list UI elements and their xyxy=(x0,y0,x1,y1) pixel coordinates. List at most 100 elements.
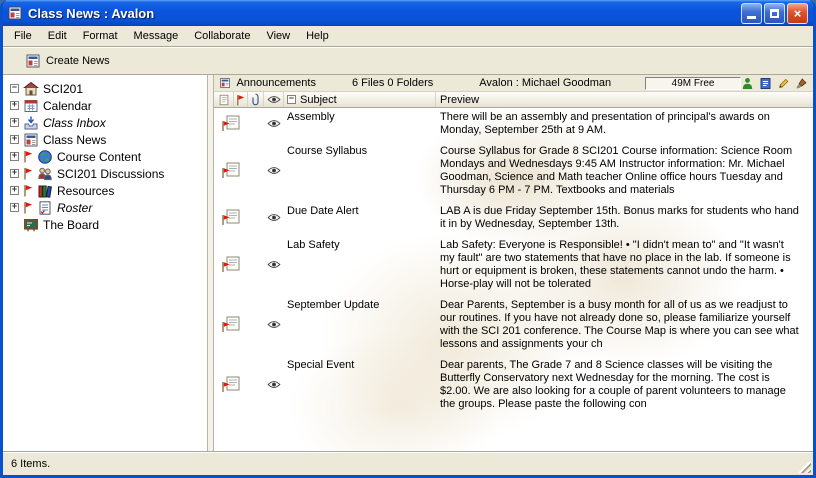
announcements-panel: Announcements 6 Files 0 Folders Avalon :… xyxy=(214,75,813,451)
brush-icon[interactable] xyxy=(795,77,808,90)
attachment-cell xyxy=(248,238,264,291)
main-content: − SCI201 + Calendar + Class Inbox xyxy=(3,75,813,451)
minimize-button[interactable] xyxy=(741,3,762,24)
message-subject[interactable]: Lab Safety xyxy=(284,238,436,291)
unread-flag-icon xyxy=(23,167,33,180)
close-button[interactable]: × xyxy=(787,3,808,24)
user-icon[interactable] xyxy=(741,77,754,90)
message-row-lab-safety[interactable]: Lab Safety Lab Safety: Everyone is Respo… xyxy=(214,236,813,296)
list-info-bar: Announcements 6 Files 0 Folders Avalon :… xyxy=(214,75,813,92)
app-news-icon xyxy=(7,5,24,22)
message-subject[interactable]: Course Syllabus xyxy=(284,144,436,197)
tree-item-resources[interactable]: + Resources xyxy=(3,182,207,199)
menu-file[interactable]: File xyxy=(6,28,40,44)
column-subject[interactable]: − Subject xyxy=(284,92,436,107)
expand-icon[interactable]: + xyxy=(10,152,19,161)
tree-label: The Board xyxy=(43,218,99,232)
message-list: Assembly There will be an assembly and p… xyxy=(214,108,813,451)
attachment-cell xyxy=(248,110,264,137)
panel-splitter[interactable] xyxy=(207,75,214,451)
tree-item-sci201[interactable]: − SCI201 xyxy=(3,80,207,97)
message-subject[interactable]: Due Date Alert xyxy=(284,204,436,231)
message-preview: Dear parents, The Grade 7 and 8 Science … xyxy=(436,358,813,411)
attachment-cell xyxy=(248,358,264,411)
message-subject[interactable]: Assembly xyxy=(284,110,436,137)
eye-icon xyxy=(267,95,281,104)
paperclip-icon xyxy=(251,93,260,106)
tree-item-class-inbox[interactable]: + Class Inbox xyxy=(3,114,207,131)
resize-grip[interactable] xyxy=(798,460,811,473)
message-row-september-update[interactable]: September Update Dear Parents, September… xyxy=(214,296,813,356)
message-flag-icon xyxy=(214,144,248,197)
news-icon xyxy=(23,132,39,148)
app-window: Class News : Avalon × File Edit Format M… xyxy=(0,0,816,478)
tree-item-class-news[interactable]: + Class News xyxy=(3,131,207,148)
create-news-label: Create News xyxy=(46,55,110,67)
viewed-eye-icon xyxy=(264,144,284,197)
subject-header-label: Subject xyxy=(300,94,337,106)
tree-item-discussions[interactable]: + SCI201 Discussions xyxy=(3,165,207,182)
roster-list-icon xyxy=(37,200,53,216)
message-row-special-event[interactable]: Special Event Dear parents, The Grade 7 … xyxy=(214,356,813,416)
menu-help[interactable]: Help xyxy=(298,28,337,44)
conference-icon xyxy=(23,81,39,97)
expand-icon[interactable]: + xyxy=(10,101,19,110)
column-flag[interactable] xyxy=(234,92,248,107)
message-subject[interactable]: Special Event xyxy=(284,358,436,411)
tree-item-calendar[interactable]: + Calendar xyxy=(3,97,207,114)
window-title: Class News : Avalon xyxy=(28,6,741,21)
titlebar[interactable]: Class News : Avalon × xyxy=(3,0,813,26)
tree-item-course-content[interactable]: + Course Content xyxy=(3,148,207,165)
menu-edit[interactable]: Edit xyxy=(40,28,75,44)
preview-header-label: Preview xyxy=(440,94,479,106)
message-row-due-date-alert[interactable]: Due Date Alert LAB A is due Friday Septe… xyxy=(214,202,813,236)
collapse-all-icon[interactable]: − xyxy=(287,95,296,104)
message-subject[interactable]: September Update xyxy=(284,298,436,351)
viewed-eye-icon xyxy=(264,238,284,291)
viewed-eye-icon xyxy=(264,204,284,231)
maximize-button[interactable] xyxy=(764,3,785,24)
item-counts: 6 Files 0 Folders xyxy=(352,77,433,89)
unread-flag-icon xyxy=(23,201,33,214)
expand-icon[interactable]: + xyxy=(10,169,19,178)
message-preview: Dear Parents, September is a busy month … xyxy=(436,298,813,351)
column-headers: − Subject Preview xyxy=(214,92,813,108)
maximize-icon xyxy=(770,9,779,18)
books-icon xyxy=(37,183,53,199)
message-flag-icon xyxy=(214,358,248,411)
board-icon xyxy=(23,217,39,233)
expand-icon[interactable]: + xyxy=(10,203,19,212)
tree-label: Course Content xyxy=(57,150,141,164)
tree-label: SCI201 Discussions xyxy=(57,167,164,181)
pencil-icon[interactable] xyxy=(777,77,790,90)
menu-message[interactable]: Message xyxy=(126,28,187,44)
message-row-course-syllabus[interactable]: Course Syllabus Course Syllabus for Grad… xyxy=(214,142,813,202)
expand-icon[interactable]: + xyxy=(10,186,19,195)
collapse-icon[interactable]: − xyxy=(10,84,19,93)
tree-label: Calendar xyxy=(43,99,92,113)
message-row-assembly[interactable]: Assembly There will be an assembly and p… xyxy=(214,108,813,142)
column-viewed[interactable] xyxy=(264,92,284,107)
tree-label: Resources xyxy=(57,184,114,198)
message-preview: LAB A is due Friday September 15th. Bonu… xyxy=(436,204,813,231)
tree-item-the-board[interactable]: The Board xyxy=(3,216,207,233)
tree-item-roster[interactable]: + Roster xyxy=(3,199,207,216)
message-preview: There will be an assembly and presentati… xyxy=(436,110,813,137)
status-bar: 6 Items. xyxy=(3,451,813,475)
menu-view[interactable]: View xyxy=(258,28,298,44)
menu-format[interactable]: Format xyxy=(75,28,126,44)
window-controls: × xyxy=(741,3,808,24)
globe-icon xyxy=(37,149,53,165)
viewed-eye-icon xyxy=(264,298,284,351)
conference-tree: − SCI201 + Calendar + Class Inbox xyxy=(3,75,207,451)
note-icon[interactable] xyxy=(759,77,772,90)
flag-icon xyxy=(236,94,245,106)
column-attachment[interactable] xyxy=(248,92,264,107)
attachment-cell xyxy=(248,298,264,351)
column-preview[interactable]: Preview xyxy=(436,92,813,107)
menu-collaborate[interactable]: Collaborate xyxy=(186,28,258,44)
create-news-button[interactable]: Create News xyxy=(17,50,118,72)
expand-icon[interactable]: + xyxy=(10,135,19,144)
expand-icon[interactable]: + xyxy=(10,118,19,127)
column-message-type[interactable] xyxy=(214,92,234,107)
